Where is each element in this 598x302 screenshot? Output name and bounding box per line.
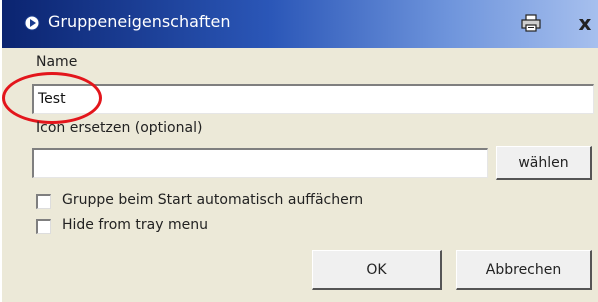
highlight-circle — [2, 72, 102, 124]
icon-label: Icon ersetzen (optional) — [36, 120, 203, 136]
hide-tray-label: Hide from tray menu — [62, 217, 208, 233]
auto-expand-checkbox[interactable] — [36, 194, 51, 209]
group-properties-dialog: Gruppeneigenschaften x Name Test Icon er… — [0, 0, 598, 302]
hide-tray-checkbox[interactable] — [36, 219, 51, 234]
window-title: Gruppeneigenschaften — [48, 12, 231, 31]
print-button[interactable] — [516, 10, 546, 36]
choose-icon-button[interactable]: wählen — [496, 146, 592, 180]
printer-icon — [521, 14, 541, 32]
app-icon — [24, 15, 40, 31]
name-input[interactable]: Test — [32, 84, 594, 114]
ok-button[interactable]: OK — [312, 250, 442, 290]
cancel-button[interactable]: Abbrechen — [456, 250, 592, 290]
title-bar[interactable]: Gruppeneigenschaften x — [2, 0, 598, 48]
auto-expand-label: Gruppe beim Start automatisch auffächern — [62, 192, 364, 208]
name-label: Name — [36, 54, 78, 70]
icon-path-input[interactable] — [32, 148, 488, 178]
close-button[interactable]: x — [570, 10, 598, 36]
close-icon: x — [578, 11, 592, 35]
